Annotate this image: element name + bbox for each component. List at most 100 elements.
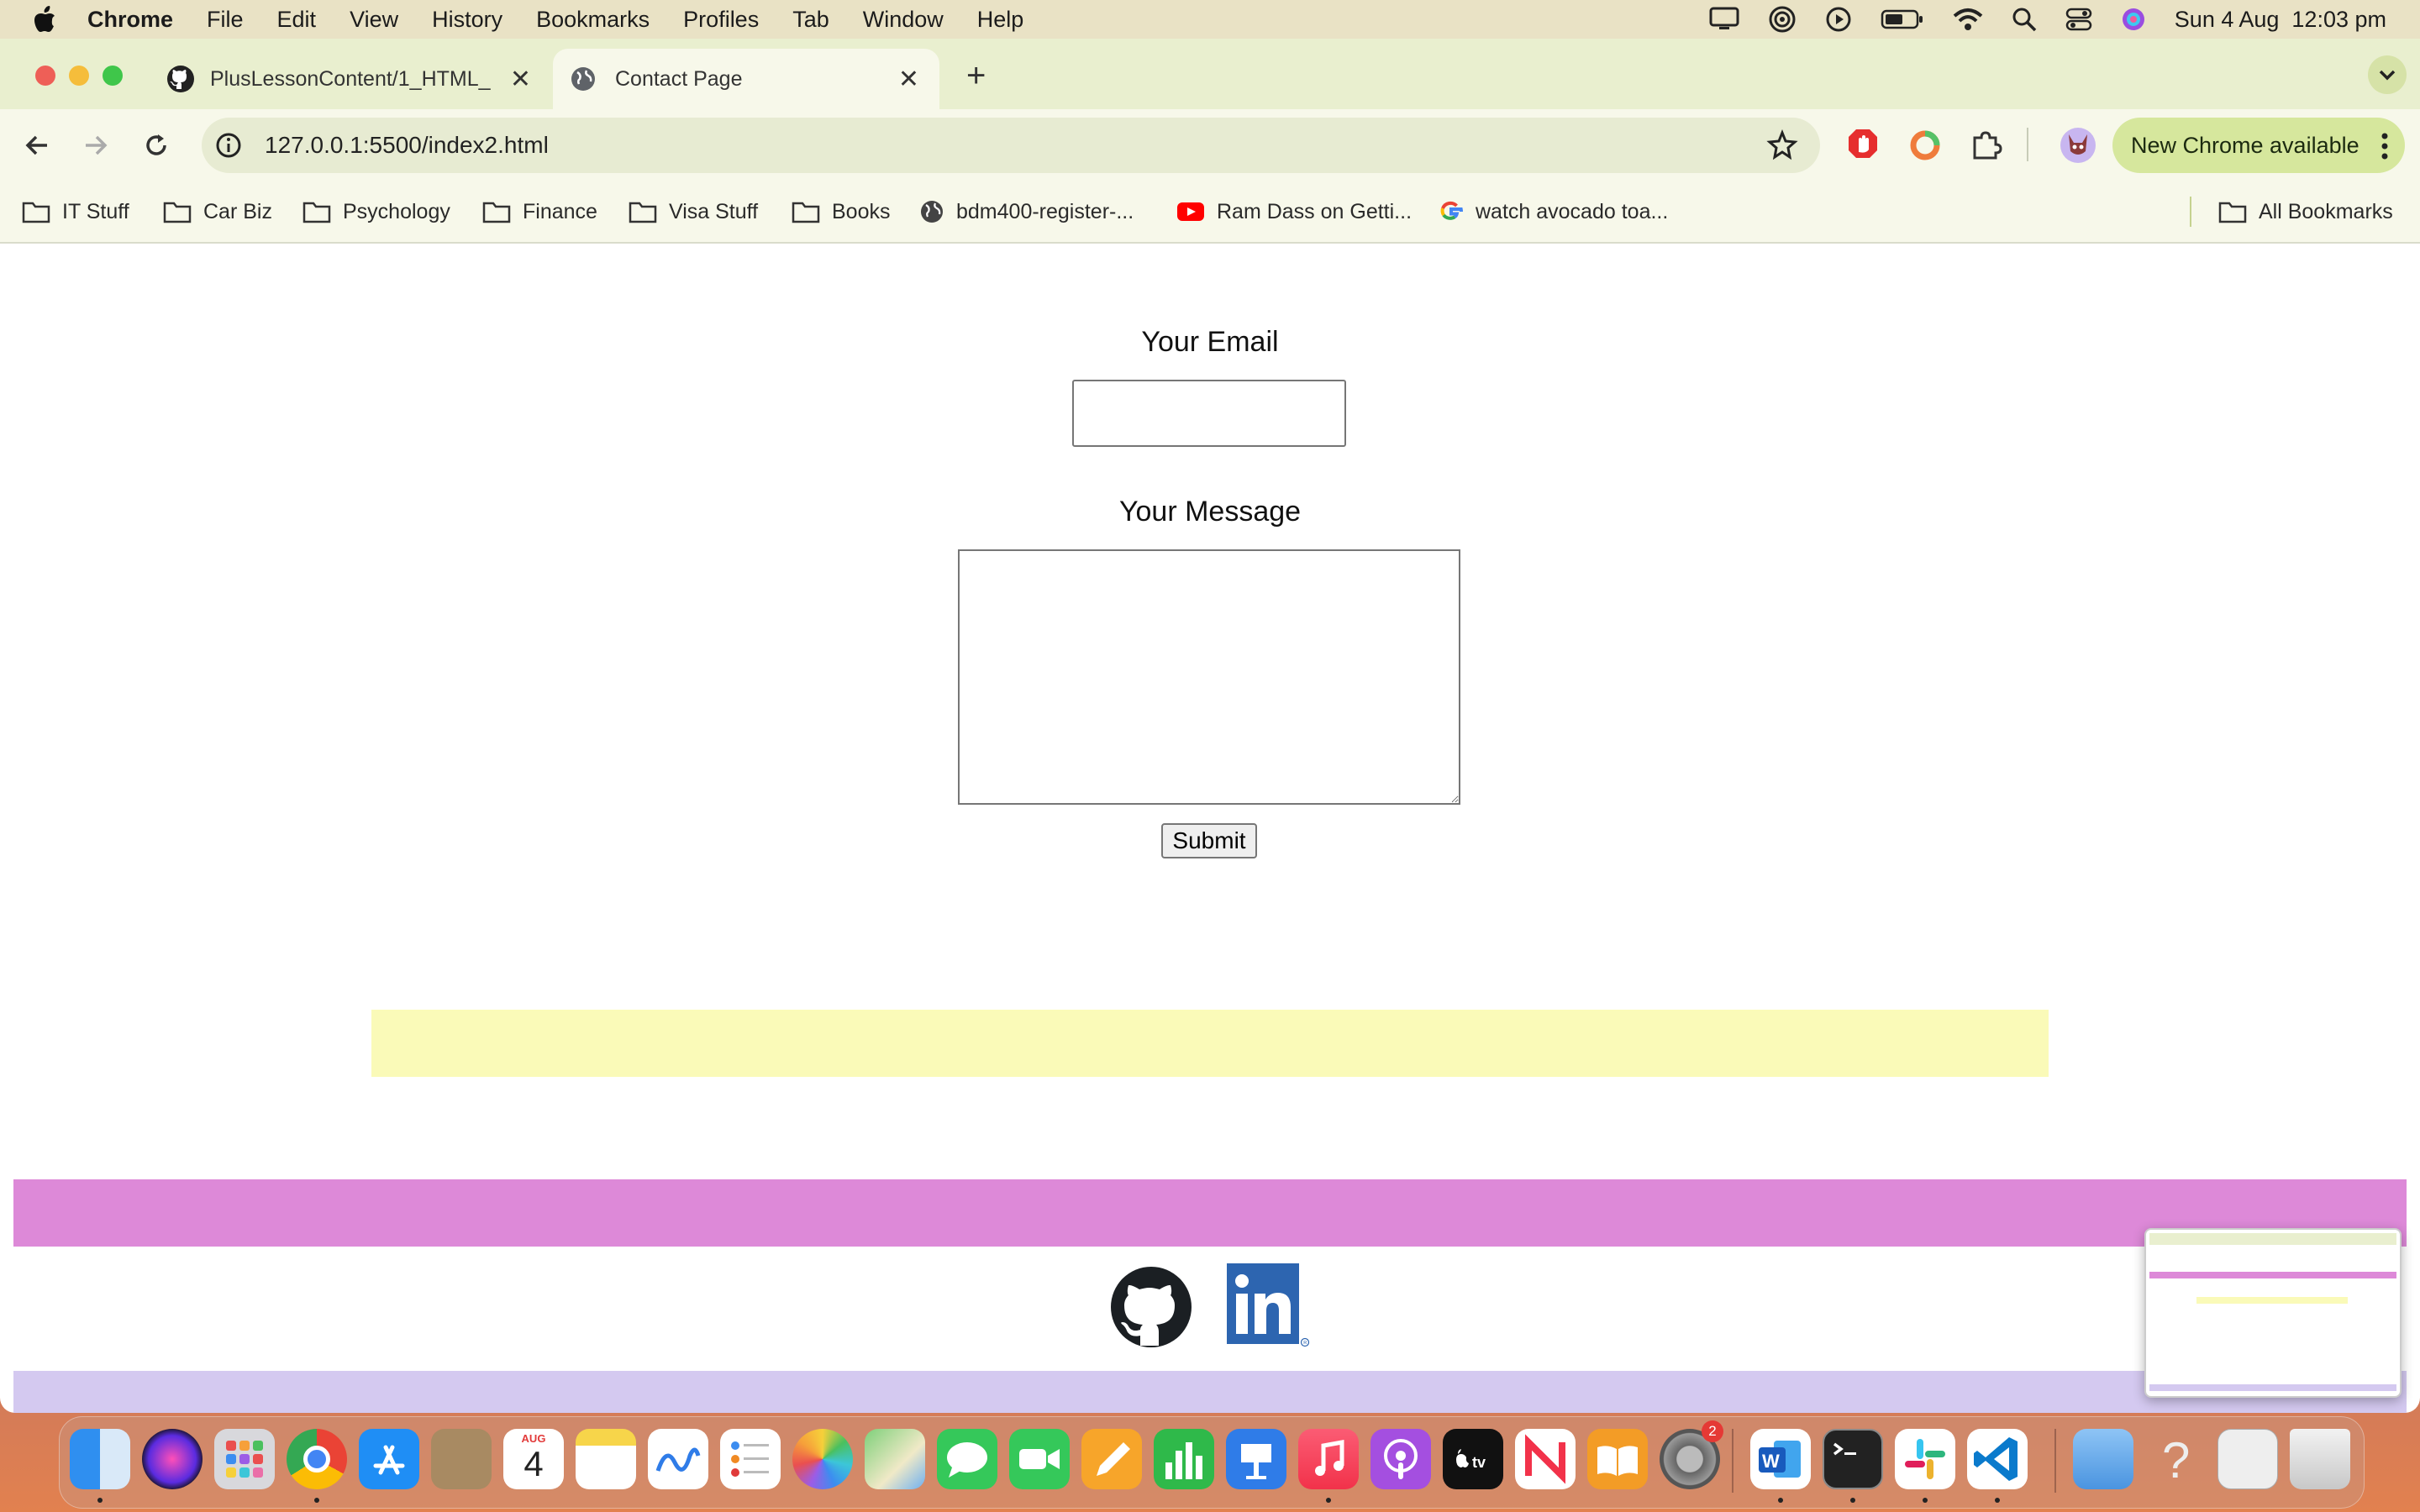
window-minimize-button[interactable] bbox=[69, 66, 89, 86]
all-bookmarks-button[interactable]: All Bookmarks bbox=[2218, 181, 2393, 242]
unknown-app-question-icon[interactable]: ? bbox=[2145, 1429, 2206, 1489]
maps-icon[interactable] bbox=[865, 1429, 925, 1489]
app-store-icon[interactable] bbox=[359, 1429, 419, 1489]
podcasts-icon[interactable] bbox=[1370, 1429, 1431, 1489]
bookmark-bdm400[interactable]: bdm400-register-... bbox=[919, 181, 1134, 242]
menu-edit[interactable]: Edit bbox=[277, 7, 317, 33]
new-tab-plus-icon[interactable]: + bbox=[966, 59, 986, 92]
airdrop-icon[interactable] bbox=[1768, 5, 1797, 34]
extensions-puzzle-icon[interactable] bbox=[1968, 128, 2003, 163]
submit-button[interactable]: Submit bbox=[1161, 823, 1257, 858]
email-field[interactable] bbox=[1072, 380, 1346, 447]
menu-profiles[interactable]: Profiles bbox=[683, 7, 759, 33]
thumbnail-yellow-band bbox=[2196, 1297, 2348, 1304]
menu-tab[interactable]: Tab bbox=[792, 7, 829, 33]
bookmark-car-biz[interactable]: Car Biz bbox=[163, 181, 272, 242]
bookmark-it-stuff[interactable]: IT Stuff bbox=[22, 181, 129, 242]
apple-logo-icon[interactable] bbox=[32, 5, 57, 34]
menu-history[interactable]: History bbox=[432, 7, 502, 33]
tab-search-button[interactable] bbox=[2368, 55, 2407, 94]
freeform-squiggle-icon bbox=[655, 1447, 701, 1472]
app-store-a-icon bbox=[373, 1445, 405, 1475]
siri-icon[interactable] bbox=[2121, 7, 2146, 32]
address-bar[interactable]: 127.0.0.1:5500/index2.html bbox=[202, 118, 1820, 173]
bookmark-visa-stuff[interactable]: Visa Stuff bbox=[629, 181, 758, 242]
reminders-icon[interactable] bbox=[720, 1429, 781, 1489]
spotlight-search-icon[interactable] bbox=[2012, 7, 2037, 32]
downloads-folder-icon[interactable] bbox=[2073, 1429, 2133, 1489]
menu-window[interactable]: Window bbox=[863, 7, 944, 33]
bookmark-star-icon[interactable] bbox=[1766, 129, 1798, 161]
calendar-icon[interactable]: AUG 4 bbox=[503, 1429, 564, 1489]
slack-icon[interactable] bbox=[1895, 1429, 1955, 1489]
vscode-icon[interactable] bbox=[1967, 1429, 2028, 1489]
launchpad-icon[interactable] bbox=[214, 1429, 275, 1489]
app-menu-chrome[interactable]: Chrome bbox=[87, 7, 173, 33]
bookmark-label: IT Stuff bbox=[62, 199, 129, 223]
pages-icon[interactable] bbox=[1081, 1429, 1142, 1489]
trash-icon[interactable] bbox=[2290, 1429, 2350, 1489]
recent-document-icon[interactable] bbox=[2217, 1429, 2278, 1489]
bookmark-psychology[interactable]: Psychology bbox=[302, 181, 450, 242]
now-playing-icon[interactable] bbox=[1825, 6, 1852, 33]
menubar-clock[interactable]: Sun 4 Aug 12:03 pm bbox=[2175, 7, 2386, 33]
more-vert-icon[interactable] bbox=[2380, 132, 2390, 160]
github-icon[interactable] bbox=[1109, 1265, 1193, 1349]
control-center-icon[interactable] bbox=[2065, 7, 2092, 32]
menu-bookmarks[interactable]: Bookmarks bbox=[536, 7, 650, 33]
menu-file[interactable]: File bbox=[207, 7, 244, 33]
wifi-icon[interactable] bbox=[1953, 8, 1983, 31]
battery-icon[interactable] bbox=[1881, 8, 1924, 30]
reload-icon[interactable] bbox=[141, 130, 171, 160]
facetime-icon[interactable] bbox=[1009, 1429, 1070, 1489]
profile-avatar-icon[interactable] bbox=[2059, 126, 2097, 165]
screenshot-thumbnail[interactable] bbox=[2144, 1228, 2402, 1398]
messages-icon[interactable] bbox=[937, 1429, 997, 1489]
keynote-icon[interactable] bbox=[1226, 1429, 1286, 1489]
tab-contact-page[interactable]: Contact Page ✕ bbox=[553, 49, 939, 109]
numbers-icon[interactable] bbox=[1154, 1429, 1214, 1489]
news-icon[interactable] bbox=[1515, 1429, 1576, 1489]
siri-icon[interactable] bbox=[142, 1429, 203, 1489]
color-extension-icon[interactable] bbox=[1907, 128, 1943, 163]
tab-github[interactable]: PlusLessonContent/1_HTML_ ✕ bbox=[151, 49, 551, 109]
adblock-extension-icon[interactable] bbox=[1847, 128, 1879, 163]
message-textarea[interactable] bbox=[958, 549, 1460, 805]
tab-close-icon[interactable]: ✕ bbox=[510, 65, 531, 94]
window-close-button[interactable] bbox=[35, 66, 55, 86]
system-settings-icon[interactable]: 2 bbox=[1660, 1420, 1723, 1489]
contacts-icon[interactable] bbox=[431, 1429, 492, 1489]
pink-band bbox=[13, 1179, 2407, 1247]
forward-arrow-icon[interactable] bbox=[81, 130, 111, 160]
url-text[interactable]: 127.0.0.1:5500/index2.html bbox=[265, 132, 549, 159]
vscode-logo-icon bbox=[1974, 1437, 2018, 1481]
new-chrome-available-button[interactable]: New Chrome available bbox=[2112, 118, 2405, 173]
notes-icon[interactable] bbox=[576, 1429, 636, 1489]
bookmark-label: Finance bbox=[523, 199, 597, 223]
bookmark-label: Visa Stuff bbox=[669, 199, 759, 223]
freeform-icon[interactable] bbox=[648, 1429, 708, 1489]
bookmark-finance[interactable]: Finance bbox=[482, 181, 597, 242]
back-arrow-icon[interactable] bbox=[22, 130, 52, 160]
apple-tv-icon[interactable]: tv bbox=[1443, 1429, 1503, 1489]
bookmark-ram-dass[interactable]: Ram Dass on Getti... bbox=[1176, 181, 1412, 242]
music-icon[interactable] bbox=[1298, 1429, 1359, 1489]
bookmark-books[interactable]: Books bbox=[792, 181, 890, 242]
photos-icon[interactable] bbox=[792, 1429, 853, 1489]
bookmark-avocado[interactable]: watch avocado toa... bbox=[1439, 181, 1668, 242]
calendar-day: 4 bbox=[523, 1444, 544, 1483]
tab-close-icon[interactable]: ✕ bbox=[898, 65, 919, 94]
site-info-icon[interactable] bbox=[213, 130, 244, 160]
menu-view[interactable]: View bbox=[350, 7, 398, 33]
terminal-icon[interactable] bbox=[1823, 1429, 1883, 1489]
chrome-icon[interactable] bbox=[287, 1429, 347, 1489]
linkedin-icon[interactable]: R bbox=[1225, 1262, 1311, 1347]
email-label: Your Email bbox=[1141, 326, 1279, 358]
menu-help[interactable]: Help bbox=[977, 7, 1024, 33]
display-icon[interactable] bbox=[1709, 7, 1739, 32]
books-icon[interactable] bbox=[1587, 1429, 1648, 1489]
folder-icon bbox=[163, 202, 192, 223]
finder-icon[interactable] bbox=[70, 1429, 130, 1489]
window-zoom-button[interactable] bbox=[103, 66, 123, 86]
microsoft-word-icon[interactable]: W bbox=[1750, 1429, 1811, 1489]
